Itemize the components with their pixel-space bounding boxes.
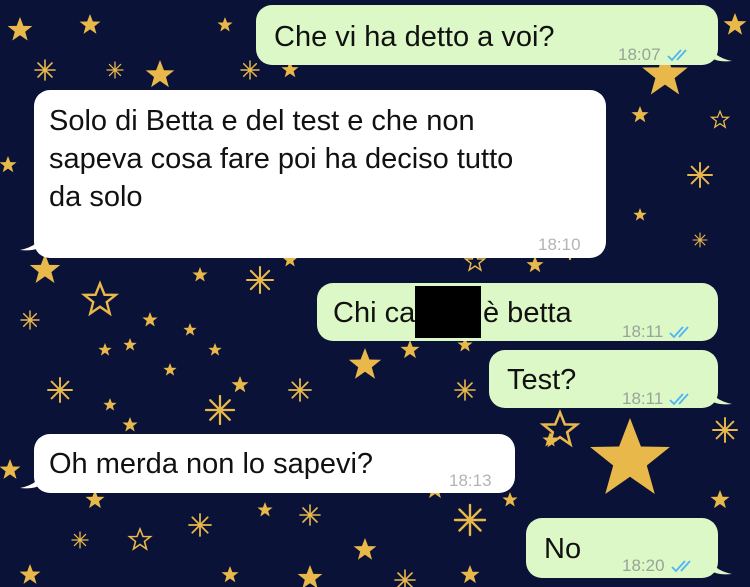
message-meta: 18:20 <box>622 547 698 585</box>
message-text: Solo di Betta e del test e che non sapev… <box>49 105 514 213</box>
message-text-before-redaction: Chi ca <box>333 297 416 329</box>
message-bubble-outgoing[interactable]: Che vi ha detto a voi? 18:07 <box>256 5 732 65</box>
message-time: 18:11 <box>622 389 664 408</box>
bubble-tail <box>20 230 46 251</box>
double-check-read-icon <box>666 49 687 62</box>
bubble-tail <box>706 554 732 575</box>
message-time: 18:13 <box>449 471 492 490</box>
message-text: No <box>544 533 582 565</box>
bubble-tail <box>20 468 46 489</box>
double-check-read-icon <box>669 393 689 406</box>
message-bubble-incoming[interactable]: Oh merda non lo sapevi? 18:13 <box>20 434 515 493</box>
message-meta: 18:13 <box>449 462 492 500</box>
double-check-read-icon <box>670 560 691 573</box>
message-bubble-outgoing[interactable]: No 18:20 <box>526 518 732 578</box>
redaction-box <box>415 286 481 338</box>
message-bubble-outgoing[interactable]: Chi ca è betta 18:11 <box>317 283 718 341</box>
message-meta: 18:10 <box>538 226 581 264</box>
message-text: Test? <box>507 364 577 396</box>
message-bubble-incoming[interactable]: Solo di Betta e del test e che non sapev… <box>20 90 606 258</box>
message-meta: 18:11 <box>622 313 696 351</box>
bubble-tail <box>706 384 732 405</box>
message-time: 18:07 <box>618 45 661 64</box>
message-time: 18:10 <box>538 235 581 254</box>
bubble-tail <box>706 41 732 62</box>
message-time: 18:20 <box>622 556 665 575</box>
message-text: Che vi ha detto a voi? <box>274 21 555 53</box>
message-meta: 18:11 <box>622 380 696 418</box>
double-check-read-icon <box>669 326 689 339</box>
message-text-after-redaction: è betta <box>483 297 572 329</box>
message-time: 18:11 <box>622 322 664 341</box>
message-text: Oh merda non lo sapevi? <box>49 448 374 480</box>
message-bubble-outgoing[interactable]: Test? 18:11 <box>489 350 732 408</box>
message-meta: 18:07 <box>618 36 694 74</box>
